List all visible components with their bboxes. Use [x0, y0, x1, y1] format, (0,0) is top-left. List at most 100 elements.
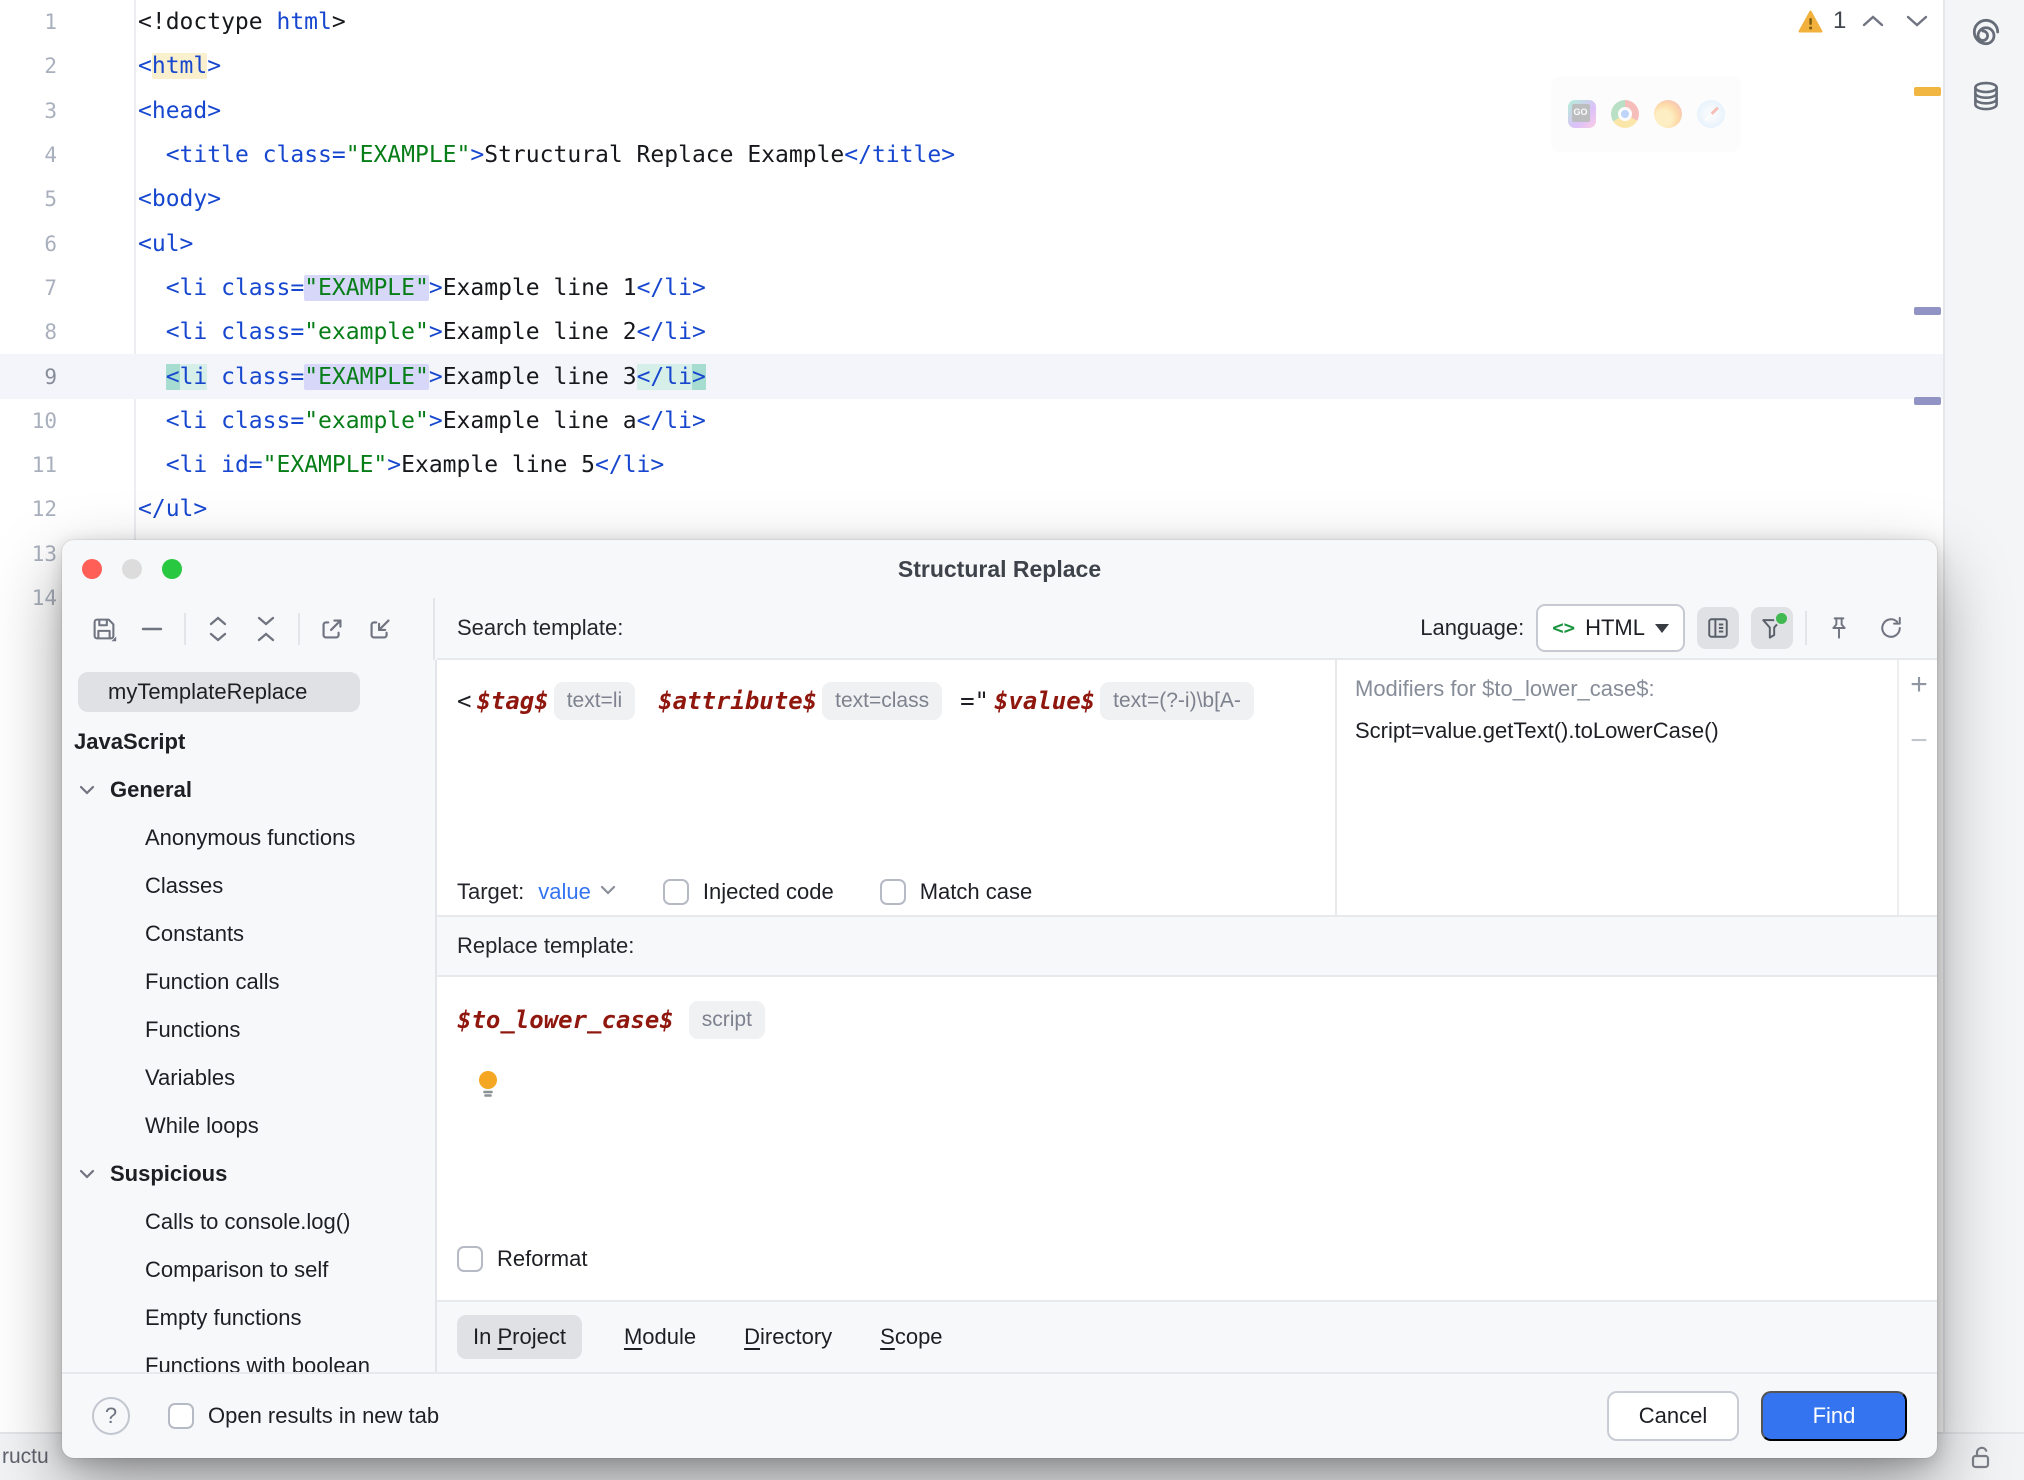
search-template-editor[interactable]: < $tag$ text=li $attribute$ text=class =" $val…	[437, 660, 1335, 915]
tree-item-label: While loops	[145, 1113, 259, 1138]
goland-browser-icon[interactable]: GO	[1567, 100, 1596, 128]
template-variable: $value$	[993, 687, 1096, 715]
line-number: 6	[44, 231, 57, 256]
variable-constraint-pill[interactable]: text=(?-i)\b[A-	[1100, 682, 1254, 720]
export-template-button[interactable]	[312, 609, 352, 649]
tree-item-variables[interactable]: Variables	[62, 1054, 435, 1102]
reset-button[interactable]	[1871, 608, 1911, 648]
help-button[interactable]: ?	[92, 1397, 130, 1435]
expand-all-icon	[209, 616, 227, 642]
dialog-footer: ? Open results in new tab Cancel Find	[62, 1372, 1937, 1458]
ai-assistant-button[interactable]	[1945, 0, 2024, 64]
scope-tab-scope[interactable]: Scope	[874, 1315, 948, 1359]
chevron-down-icon	[79, 785, 95, 795]
checkbox-box	[879, 879, 906, 905]
pin-icon	[1832, 617, 1846, 639]
scrollbar-mark[interactable]	[1914, 397, 1941, 405]
firefox-browser-icon[interactable]	[1653, 100, 1682, 128]
tree-item-label: JavaScript	[74, 729, 186, 754]
tree-item-functions[interactable]: Functions	[62, 1006, 435, 1054]
tree-item-constants[interactable]: Constants	[62, 910, 435, 958]
code-line: 9 <li class="EXAMPLE">Example line 3</li…	[0, 354, 1943, 399]
cancel-button[interactable]: Cancel	[1607, 1391, 1739, 1441]
tree-item-label: Variables	[145, 1065, 236, 1090]
language-group: Language: <> HTML	[1420, 604, 1911, 652]
code-text: <li class="EXAMPLE">Example line 1</li>	[165, 274, 706, 301]
import-icon	[370, 619, 390, 639]
chevron-down-icon[interactable]	[76, 1163, 98, 1191]
tree-item-label: Calls to console.log()	[145, 1209, 351, 1234]
replace-template-label: Replace template:	[457, 933, 635, 958]
scope-tab-module[interactable]: Module	[618, 1315, 702, 1359]
line-number: 3	[44, 98, 57, 123]
save-template-button[interactable]	[84, 609, 124, 649]
next-problem-button[interactable]	[1900, 6, 1934, 36]
selected-template-item[interactable]: myTemplateReplace	[78, 672, 360, 712]
import-template-button[interactable]	[360, 609, 400, 649]
minimize-window-button[interactable]	[122, 559, 142, 579]
existing-templates-button[interactable]	[1697, 607, 1739, 649]
variable-constraint-pill[interactable]: script	[688, 1001, 765, 1039]
tree-item-function-calls[interactable]: Function calls	[62, 958, 435, 1006]
target-row: Target: value Injected code Match case	[457, 879, 1032, 905]
code-line: 11 <li id="EXAMPLE">Example line 5</li>	[0, 443, 1943, 487]
expand-all-button[interactable]	[198, 609, 238, 649]
database-button[interactable]	[1945, 64, 2024, 128]
tree-item-label: Anonymous functions	[145, 825, 356, 850]
add-modifier-button[interactable]: +	[1899, 668, 1939, 702]
tree-item-anonymous-functions[interactable]: Anonymous functions	[62, 814, 435, 862]
chevron-down-icon	[599, 883, 617, 901]
chrome-browser-icon[interactable]	[1610, 100, 1639, 128]
tree-item-label: Functions	[145, 1017, 241, 1042]
tree-item-javascript[interactable]: JavaScript	[62, 718, 435, 766]
language-dropdown[interactable]: <> HTML	[1536, 604, 1685, 652]
structural-replace-dialog: Structural Replace Search template: Lang…	[62, 540, 1937, 1458]
tree-item-suspicious[interactable]: Suspicious	[62, 1150, 435, 1198]
scrollbar-mark[interactable]	[1914, 307, 1941, 315]
find-button[interactable]: Find	[1761, 1391, 1907, 1441]
target-dropdown[interactable]: value	[538, 879, 591, 905]
scope-tab-in-project[interactable]: In Project	[457, 1315, 582, 1359]
code-text: <li class="example">Example line a</li>	[165, 407, 706, 434]
tree-item-calls-to-console-log[interactable]: Calls to console.log()	[62, 1198, 435, 1246]
tree-item-general[interactable]: General	[62, 766, 435, 814]
tree-item-classes[interactable]: Classes	[62, 862, 435, 910]
tree-item-empty-functions[interactable]: Empty functions	[62, 1294, 435, 1342]
close-window-button[interactable]	[82, 559, 102, 579]
template-variable: $attribute$	[658, 687, 818, 715]
code-text: <html>	[138, 53, 222, 80]
chevron-down-icon[interactable]	[76, 779, 98, 807]
tree-item-label: Classes	[145, 873, 224, 898]
reformat-checkbox[interactable]: Reformat	[457, 1246, 587, 1272]
readonly-toggle[interactable]	[1964, 1442, 1996, 1479]
match-case-checkbox[interactable]: Match case	[879, 879, 1032, 905]
inspections-widget[interactable]: 1	[1798, 6, 1934, 36]
remove-modifier-button[interactable]: −	[1899, 724, 1939, 758]
tree-item-while-loops[interactable]: While loops	[62, 1102, 435, 1150]
variable-constraint-pill[interactable]: text=class	[822, 682, 943, 720]
replace-template-editor[interactable]: $to_lower_case$ script Reformat	[437, 977, 1937, 1300]
spiral-icon	[1972, 18, 1999, 46]
scrollbar-mark[interactable]	[1914, 87, 1941, 96]
remove-template-button[interactable]	[132, 609, 172, 649]
scope-tab-directory[interactable]: Directory	[738, 1315, 838, 1359]
line-number: 2	[44, 54, 57, 79]
line-number: 10	[31, 408, 57, 433]
code-line: 6 <ul>	[0, 221, 1943, 265]
injected-code-checkbox[interactable]: Injected code	[662, 879, 834, 905]
safari-browser-icon[interactable]	[1696, 100, 1725, 128]
modifiers-panel[interactable]: Modifiers for $to_lower_case$: Script=va…	[1335, 660, 1937, 915]
pin-dialog-button[interactable]	[1819, 608, 1859, 648]
tree-item-comparison-to-self[interactable]: Comparison to self	[62, 1246, 435, 1294]
filter-button[interactable]	[1751, 607, 1793, 649]
open-results-checkbox[interactable]: Open results in new tab	[168, 1403, 439, 1429]
intention-bulb-icon[interactable]	[475, 1069, 501, 1104]
refresh-icon	[1881, 616, 1901, 638]
collapse-all-button[interactable]	[246, 609, 286, 649]
prev-problem-button[interactable]	[1856, 6, 1890, 36]
zoom-window-button[interactable]	[162, 559, 182, 579]
variable-constraint-pill[interactable]: text=li	[553, 682, 636, 720]
toolbar-separator	[184, 613, 186, 645]
tree-item-functions-with-boolean[interactable]: Functions with boolean	[62, 1342, 435, 1372]
line-number: 11	[31, 453, 57, 478]
